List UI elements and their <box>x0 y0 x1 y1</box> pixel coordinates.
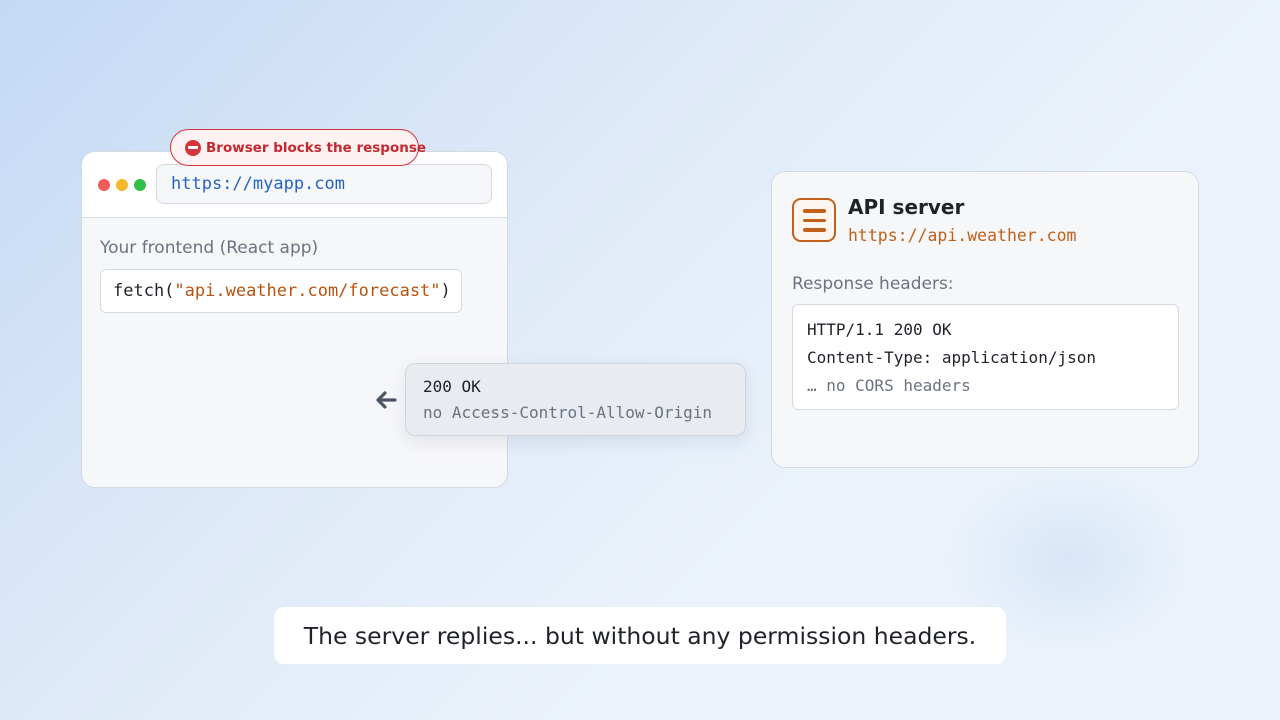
browser-window: https://myapp.com Your frontend (React a… <box>81 151 508 488</box>
response-headers-label: Response headers: <box>792 274 954 294</box>
arrow-left-icon-svg <box>376 391 397 409</box>
window-minimize-button[interactable] <box>116 179 128 191</box>
address-bar-url: https://myapp.com <box>171 174 345 194</box>
response-card: 200 OK no Access-Control-Allow-Origin <box>405 363 746 436</box>
header-line: HTTP/1.1 200 OK <box>807 320 952 339</box>
header-line: … no CORS headers <box>807 376 971 395</box>
server-title: API server <box>848 195 965 219</box>
response-headers-box: HTTP/1.1 200 OK Content-Type: applicatio… <box>792 304 1179 410</box>
fetch-code-box: fetch("api.weather.com/forecast") <box>100 269 462 313</box>
server-icon <box>792 198 836 242</box>
window-close-button[interactable] <box>98 179 110 191</box>
fetch-call: fetch( <box>113 281 175 301</box>
caption: The server replies... but without any pe… <box>274 607 1006 664</box>
no-entry-icon <box>185 139 201 156</box>
response-note: no Access-Control-Allow-Origin <box>423 403 712 422</box>
blocked-badge-text: Browser blocks the response <box>206 139 427 156</box>
response-status: 200 OK <box>423 377 481 396</box>
window-maximize-button[interactable] <box>134 179 146 191</box>
api-server-card: API server https://api.weather.com Respo… <box>771 171 1199 468</box>
server-url: https://api.weather.com <box>848 226 1077 245</box>
frontend-label: Your frontend (React app) <box>100 238 319 258</box>
fetch-close-paren: ) <box>440 281 451 301</box>
blocked-badge: Browser blocks the response <box>170 129 426 166</box>
arrow-left-icon <box>373 386 397 414</box>
address-bar[interactable]: https://myapp.com <box>156 164 492 204</box>
fetch-url-string: "api.weather.com/forecast" <box>174 281 441 301</box>
header-line: Content-Type: application/json <box>807 348 1096 367</box>
